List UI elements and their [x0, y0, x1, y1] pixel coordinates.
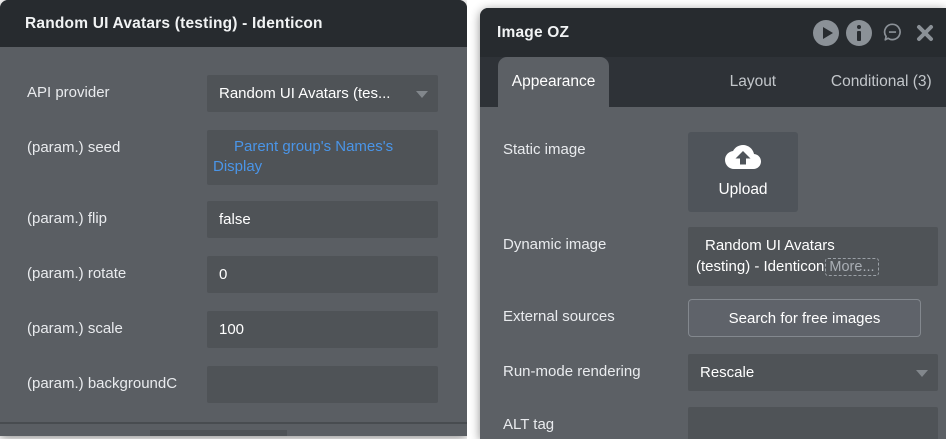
left-panel-body: API provider Random UI Avatars (tes... (… [0, 47, 467, 436]
dynamic-image-value-line2: (testing) - Identicon [696, 258, 825, 275]
tab-conditional[interactable]: Conditional (3) [817, 57, 946, 107]
backgroundc-label: (param.) backgroundC [27, 375, 178, 392]
field-row-run-mode: Run-mode rendering Rescale [503, 354, 946, 391]
backgroundc-input[interactable] [207, 366, 438, 403]
run-mode-label: Run-mode rendering [503, 363, 641, 380]
upload-button[interactable]: Upload [688, 132, 798, 212]
field-row-backgroundc: (param.) backgroundC [27, 366, 467, 403]
external-sources-label: External sources [503, 308, 615, 325]
header-icon-group [813, 19, 938, 46]
field-row-flip: (param.) flip [27, 201, 467, 238]
field-row-rotate: (param.) rotate [27, 256, 467, 293]
dynamic-image-expression[interactable]: Random UI Avatars (testing) - Identicon Mo… [688, 227, 938, 286]
property-editor-canvas: Random UI Avatars (testing) - Identicon … [0, 0, 946, 439]
right-panel-title: Image OZ [497, 23, 570, 41]
panel-gap [467, 0, 480, 439]
more-button[interactable]: More... [825, 258, 879, 276]
left-panel-title: Random UI Avatars (testing) - Identicon [25, 14, 323, 32]
seed-label: (param.) seed [27, 139, 121, 156]
scale-label: (param.) scale [27, 320, 123, 337]
field-row-alt-tag: ALT tag [503, 407, 946, 439]
alt-tag-input[interactable] [688, 407, 938, 439]
info-icon[interactable] [846, 19, 872, 46]
dynamic-image-label: Dynamic image [503, 236, 607, 253]
search-free-images-button[interactable]: Search for free images [688, 299, 921, 337]
panel-image-oz: Image OZ Appearance Layout Conditional (… [480, 8, 946, 439]
left-panel-bottom-button[interactable] [150, 430, 287, 436]
run-mode-value: Rescale [700, 364, 755, 381]
static-image-label: Static image [503, 141, 586, 158]
field-row-seed: (param.) seed Parent group's Names's Dis… [27, 130, 467, 185]
play-icon[interactable] [813, 19, 839, 46]
left-panel-divider [0, 422, 467, 424]
flip-label: (param.) flip [27, 210, 108, 227]
api-provider-label: API provider [27, 84, 110, 101]
right-panel-body: Static image Upload Dynamic image Random… [480, 107, 946, 439]
api-provider-dropdown[interactable]: Random UI Avatars (tes... [207, 75, 438, 112]
comment-icon[interactable] [879, 20, 905, 46]
right-panel-header[interactable]: Image OZ [480, 8, 946, 57]
tab-bar: Appearance Layout Conditional (3) [480, 57, 946, 107]
field-row-dynamic-image: Dynamic image Random UI Avatars (testing)… [503, 227, 946, 286]
rotate-input[interactable] [207, 256, 438, 293]
chevron-down-icon [916, 369, 928, 377]
cloud-upload-icon [725, 145, 761, 169]
dynamic-image-value-line1: Random UI Avatars [705, 237, 835, 254]
rotate-label: (param.) rotate [27, 265, 127, 282]
tab-appearance[interactable]: Appearance [498, 57, 610, 107]
chevron-down-icon [416, 90, 428, 98]
close-icon[interactable] [912, 20, 938, 46]
panel-api-provider: Random UI Avatars (testing) - Identicon … [0, 0, 467, 436]
flip-input[interactable] [207, 201, 438, 238]
field-row-api-provider: API provider Random UI Avatars (tes... [27, 75, 467, 112]
left-panel-header[interactable]: Random UI Avatars (testing) - Identicon [0, 0, 467, 47]
seed-expression[interactable]: Parent group's Names's Display [207, 130, 438, 185]
alt-tag-label: ALT tag [503, 416, 555, 433]
api-provider-value: Random UI Avatars (tes... [219, 85, 391, 102]
scale-input[interactable] [207, 311, 438, 348]
tab-layout[interactable]: Layout [704, 57, 801, 107]
run-mode-dropdown[interactable]: Rescale [688, 354, 938, 391]
upload-button-label: Upload [718, 181, 768, 198]
field-row-external-sources: External sources Search for free images [503, 299, 946, 337]
field-row-static-image: Static image Upload [503, 132, 946, 212]
seed-expression-value: Parent group's Names's Display [213, 138, 394, 175]
field-row-scale: (param.) scale [27, 311, 467, 348]
